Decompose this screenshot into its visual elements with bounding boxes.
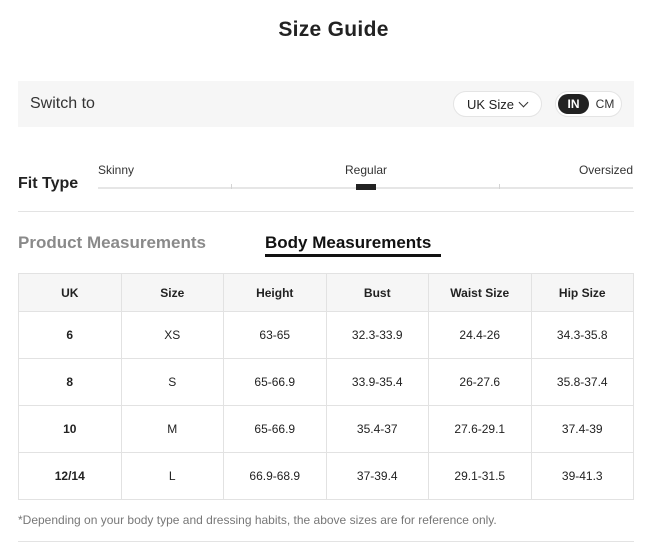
unit-cm-button[interactable]: CM xyxy=(590,94,620,114)
cell-waist: 24.4-26 xyxy=(428,311,532,359)
fit-scale-tick xyxy=(231,184,232,189)
cell-size: S xyxy=(120,358,224,406)
tab-product-measurements[interactable]: Product Measurements xyxy=(18,233,206,253)
tab-body-measurements[interactable]: Body Measurements xyxy=(265,233,431,253)
cell-uk: 6 xyxy=(18,311,122,359)
divider xyxy=(18,211,634,212)
cell-size: M xyxy=(120,405,224,453)
size-table: UK Size Height Bust Waist Size Hip Size … xyxy=(18,273,634,500)
fit-type-label: Fit Type xyxy=(18,175,79,192)
column-header-hip: Hip Size xyxy=(530,273,634,312)
table-row: 8 S 65-66.9 33.9-35.4 26-27.6 35.8-37.4 xyxy=(18,358,634,406)
unit-in-button[interactable]: IN xyxy=(558,94,589,114)
size-system-value: UK Size xyxy=(467,96,514,112)
cell-bust: 37-39.4 xyxy=(325,452,429,500)
switch-bar: Switch to UK Size IN CM xyxy=(18,81,634,127)
cell-waist: 27.6-29.1 xyxy=(428,405,532,453)
column-header-waist: Waist Size xyxy=(428,273,532,312)
table-row: 12/14 L 66.9-68.9 37-39.4 29.1-31.5 39-4… xyxy=(18,452,634,500)
size-system-select[interactable]: UK Size xyxy=(453,91,542,117)
cell-waist: 29.1-31.5 xyxy=(428,452,532,500)
unit-toggle: IN CM xyxy=(555,91,622,117)
column-header-height: Height xyxy=(223,273,327,312)
cell-uk: 12/14 xyxy=(18,452,122,500)
fit-scale-marker xyxy=(356,184,376,190)
cell-uk: 10 xyxy=(18,405,122,453)
cell-hip: 35.8-37.4 xyxy=(530,358,634,406)
cell-hip: 34.3-35.8 xyxy=(530,311,634,359)
cell-waist: 26-27.6 xyxy=(428,358,532,406)
column-header-size: Size xyxy=(120,273,224,312)
column-header-uk: UK xyxy=(18,273,122,312)
fit-option-regular[interactable]: Regular xyxy=(345,163,387,177)
active-tab-underline xyxy=(265,254,441,257)
cell-size: L xyxy=(120,452,224,500)
cell-uk: 8 xyxy=(18,358,122,406)
footnote: *Depending on your body type and dressin… xyxy=(18,513,497,527)
cell-height: 65-66.9 xyxy=(223,405,327,453)
cell-bust: 33.9-35.4 xyxy=(325,358,429,406)
switch-label: Switch to xyxy=(30,95,95,112)
table-header-row: UK Size Height Bust Waist Size Hip Size xyxy=(18,273,634,312)
table-row: 6 XS 63-65 32.3-33.9 24.4-26 34.3-35.8 xyxy=(18,311,634,359)
fit-scale-tick xyxy=(499,184,500,189)
cell-hip: 39-41.3 xyxy=(530,452,634,500)
page-title: Size Guide xyxy=(278,18,389,41)
column-header-bust: Bust xyxy=(325,273,429,312)
cell-height: 63-65 xyxy=(223,311,327,359)
cell-height: 66.9-68.9 xyxy=(223,452,327,500)
fit-option-skinny[interactable]: Skinny xyxy=(98,163,134,177)
cell-hip: 37.4-39 xyxy=(530,405,634,453)
divider xyxy=(18,541,634,542)
chevron-down-icon xyxy=(518,97,529,108)
table-row: 10 M 65-66.9 35.4-37 27.6-29.1 37.4-39 xyxy=(18,405,634,453)
cell-size: XS xyxy=(120,311,224,359)
cell-height: 65-66.9 xyxy=(223,358,327,406)
cell-bust: 32.3-33.9 xyxy=(325,311,429,359)
cell-bust: 35.4-37 xyxy=(325,405,429,453)
fit-option-oversized[interactable]: Oversized xyxy=(579,163,633,177)
